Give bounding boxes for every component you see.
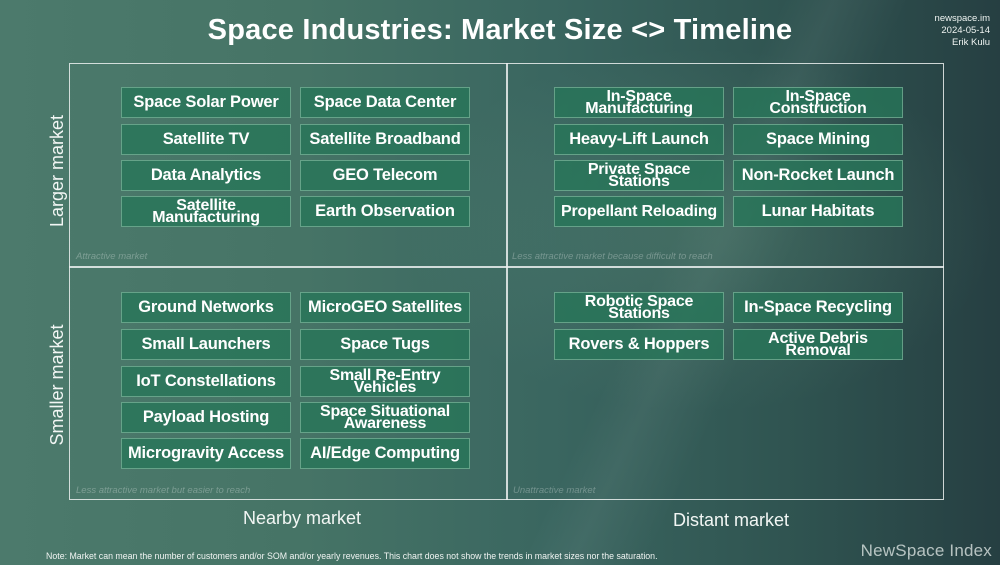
industry-box[interactable]: Satellite Manufacturing [121,196,291,227]
industry-box[interactable]: Space Situational Awareness [300,402,470,433]
meta-author: Erik Kulu [951,37,990,48]
industry-box[interactable]: Private Space Stations [554,160,724,191]
quadrant-note-bottom-left: Less attractive market but easier to rea… [76,485,251,496]
industry-box[interactable]: Space Data Center [300,87,470,118]
brand-logo-text: NewSpace Index [860,541,992,560]
industry-box[interactable]: Data Analytics [121,160,291,191]
industry-box[interactable]: Small Re-Entry Vehicles [300,366,470,397]
meta-date: 2024-05-14 [941,25,990,36]
y-axis-label-top: Larger market [47,114,67,228]
horizontal-divider [69,266,944,268]
y-axis-label-bottom: Smaller market [47,324,67,446]
industry-box[interactable]: Payload Hosting [121,402,291,433]
industry-box[interactable]: AI/Edge Computing [300,438,470,469]
industry-box[interactable]: Heavy-Lift Launch [554,124,724,155]
industry-box[interactable]: GEO Telecom [300,160,470,191]
industry-box[interactable]: In-Space Recycling [733,292,903,323]
industry-box[interactable]: Ground Networks [121,292,291,323]
vertical-divider [506,63,508,500]
x-axis-label-left: Nearby market [243,508,362,528]
industry-box[interactable]: In-Space Construction [733,87,903,118]
x-axis-label-right: Distant market [673,510,790,530]
footnote: Note: Market can mean the number of cust… [46,551,658,561]
industry-box[interactable]: Robotic Space Stations [554,292,724,323]
industry-box[interactable]: Microgravity Access [121,438,291,469]
quadrant-note-top-right: Less attractive market because difficult… [512,251,713,262]
industry-box[interactable]: Earth Observation [300,196,470,227]
page-title: Space Industries: Market Size <> Timelin… [207,14,793,46]
industry-box[interactable]: Space Tugs [300,329,470,360]
industry-box[interactable]: Satellite Broadband [300,124,470,155]
industry-box[interactable]: Space Solar Power [121,87,291,118]
industry-box[interactable]: Lunar Habitats [733,196,903,227]
industry-box[interactable]: Propellant Reloading [554,196,724,227]
industry-box[interactable]: Space Mining [733,124,903,155]
quadrant-note-bottom-right: Unattractive market [513,485,596,496]
meta-site: newspace.im [934,13,990,24]
industry-box[interactable]: Satellite TV [121,124,291,155]
industry-box[interactable]: In-Space Manufacturing [554,87,724,118]
quadrant-note-top-left: Attractive market [76,251,148,262]
industry-box[interactable]: IoT Constellations [121,366,291,397]
industry-box[interactable]: Small Launchers [121,329,291,360]
meta-block: newspace.im 2024-05-14 Erik Kulu [935,13,990,49]
industry-box[interactable]: Non-Rocket Launch [733,160,903,191]
industry-box[interactable]: Active Debris Removal [733,329,903,360]
industry-box[interactable]: Rovers & Hoppers [554,329,724,360]
industry-box[interactable]: MicroGEO Satellites [300,292,470,323]
